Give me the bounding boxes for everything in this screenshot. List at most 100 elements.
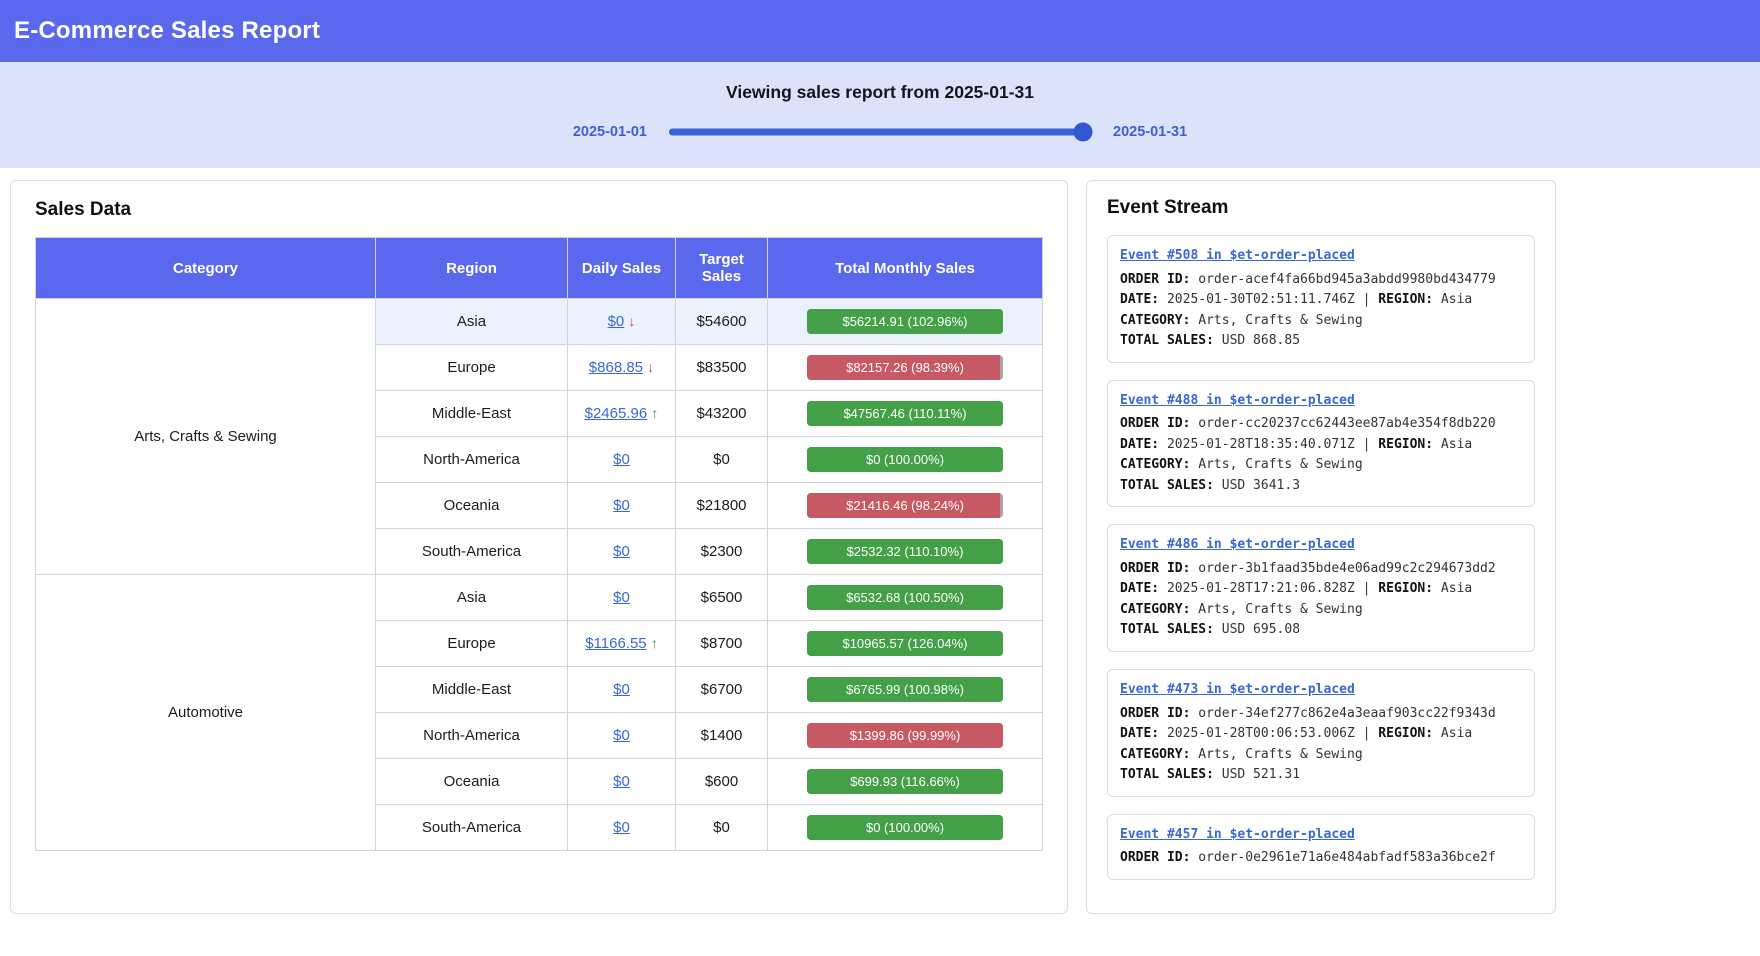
column-header-region: Region xyxy=(376,238,568,299)
daily-sales-link[interactable]: $1166.55 xyxy=(585,635,646,652)
region-cell: Middle-East xyxy=(376,667,568,713)
total-sales-line: TOTAL SALES: USD 3641.3 xyxy=(1120,476,1522,497)
field-label: TOTAL SALES: xyxy=(1120,333,1222,348)
field-label: DATE: xyxy=(1120,292,1167,307)
column-header-category: Category xyxy=(36,238,376,299)
category-line: CATEGORY: Arts, Crafts & Sewing xyxy=(1120,311,1522,332)
progress-badge: $0 (100.00%) xyxy=(807,815,1003,840)
field-label: ORDER ID: xyxy=(1120,272,1198,287)
field-label: REGION: xyxy=(1378,437,1441,452)
field-label: CATEGORY: xyxy=(1120,602,1198,617)
total-sales-line: TOTAL SALES: USD 695.08 xyxy=(1120,620,1522,641)
field-label: CATEGORY: xyxy=(1120,747,1198,762)
target-sales-cell: $1400 xyxy=(676,713,768,759)
progress-label: $699.93 (116.66%) xyxy=(807,769,1003,794)
field-label: DATE: xyxy=(1120,726,1167,741)
daily-sales-link[interactable]: $0 xyxy=(613,451,630,468)
event-link[interactable]: Event #508 in $et-order-placed xyxy=(1120,246,1355,267)
event-card: Event #508 in $et-order-placed ORDER ID: … xyxy=(1107,235,1535,363)
order-id-line: ORDER ID: order-acef4fa66bd945a3abdd9980… xyxy=(1120,270,1522,291)
trend-down-icon: ↓ xyxy=(647,359,654,375)
field-value: Arts, Crafts & Sewing xyxy=(1198,457,1362,472)
daily-sales-cell: $0 xyxy=(568,759,676,805)
field-value: Arts, Crafts & Sewing xyxy=(1198,602,1362,617)
daily-sales-link[interactable]: $868.85 xyxy=(589,359,643,376)
monthly-sales-cell: $47567.46 (110.11%) xyxy=(768,391,1043,437)
field-label: REGION: xyxy=(1378,292,1441,307)
event-link[interactable]: Event #457 in $et-order-placed xyxy=(1120,825,1355,846)
daily-sales-link[interactable]: $0 xyxy=(613,727,630,744)
daily-sales-link[interactable]: $0 xyxy=(613,497,630,514)
target-sales-cell: $8700 xyxy=(676,621,768,667)
field-value: USD 695.08 xyxy=(1222,622,1300,637)
field-value: | xyxy=(1355,581,1378,596)
field-label: TOTAL SALES: xyxy=(1120,478,1222,493)
field-value: order-34ef277c862e4a3eaaf903cc22f9343d xyxy=(1198,706,1495,721)
monthly-sales-cell: $21416.46 (98.24%) xyxy=(768,483,1043,529)
progress-badge: $47567.46 (110.11%) xyxy=(807,401,1003,426)
daily-sales-cell: $0 xyxy=(568,805,676,851)
daily-sales-cell: $0 xyxy=(568,483,676,529)
daily-sales-link[interactable]: $2465.96 xyxy=(585,405,648,422)
event-link[interactable]: Event #473 in $et-order-placed xyxy=(1120,680,1355,701)
app-header: E-Commerce Sales Report xyxy=(0,0,1760,62)
field-label: ORDER ID: xyxy=(1120,850,1198,865)
field-value: USD 3641.3 xyxy=(1222,478,1300,493)
daily-sales-link[interactable]: $0 xyxy=(613,773,630,790)
field-value: 2025-01-30T02:51:11.746Z xyxy=(1167,292,1355,307)
daily-sales-cell: $1166.55 ↑ xyxy=(568,621,676,667)
target-sales-cell: $21800 xyxy=(676,483,768,529)
event-card: Event #488 in $et-order-placedORDER ID: … xyxy=(1107,380,1535,508)
field-value: USD 521.31 xyxy=(1222,767,1300,782)
progress-label: $47567.46 (110.11%) xyxy=(807,401,1003,426)
event-list: Event #508 in $et-order-placed ORDER ID: … xyxy=(1107,235,1535,880)
field-value: | xyxy=(1355,726,1378,741)
event-card: Event #473 in $et-order-placed ORDER ID: … xyxy=(1107,669,1535,797)
column-header-daily-sales: Daily Sales xyxy=(568,238,676,299)
progress-badge: $1399.86 (99.99%) xyxy=(807,723,1003,748)
daily-sales-link[interactable]: $0 xyxy=(613,589,630,606)
field-label: ORDER ID: xyxy=(1120,561,1198,576)
category-cell: Arts, Crafts & Sewing xyxy=(36,299,376,575)
date-controls-band: Viewing sales report from 2025-01-31 202… xyxy=(0,62,1760,168)
date-region-line: DATE: 2025-01-28T17:21:06.828Z | REGION:… xyxy=(1120,579,1522,600)
target-sales-cell: $0 xyxy=(676,805,768,851)
order-id-line: ORDER ID: order-3b1faad35bde4e06ad99c2c2… xyxy=(1120,559,1522,580)
progress-label: $6532.68 (100.50%) xyxy=(807,585,1003,610)
event-link[interactable]: Event #486 in $et-order-placed xyxy=(1120,535,1355,556)
event-link[interactable]: Event #488 in $et-order-placed xyxy=(1120,391,1355,412)
progress-label: $2532.32 (110.10%) xyxy=(807,539,1003,564)
slider-thumb[interactable] xyxy=(1073,123,1092,142)
region-cell: Europe xyxy=(376,345,568,391)
daily-sales-link[interactable]: $0 xyxy=(613,543,630,560)
field-value: order-acef4fa66bd945a3abdd9980bd434779 xyxy=(1198,272,1495,287)
trend-up-icon: ↑ xyxy=(651,635,658,651)
date-range-slider[interactable] xyxy=(669,122,1091,142)
monthly-sales-cell: $2532.32 (110.10%) xyxy=(768,529,1043,575)
region-cell: North-America xyxy=(376,437,568,483)
progress-label: $1399.86 (99.99%) xyxy=(807,723,1003,748)
daily-sales-link[interactable]: $0 xyxy=(608,313,625,330)
progress-label: $21416.46 (98.24%) xyxy=(807,493,1003,518)
field-value: Arts, Crafts & Sewing xyxy=(1198,313,1362,328)
daily-sales-cell: $868.85 ↓ xyxy=(568,345,676,391)
sales-table: Category Region Daily Sales Target Sales… xyxy=(35,237,1043,851)
daily-sales-cell: $0 xyxy=(568,667,676,713)
sales-data-card: Sales Data Category Region Daily Sales T… xyxy=(10,180,1068,914)
region-cell: Asia xyxy=(376,299,568,345)
slider-track xyxy=(669,129,1091,136)
order-id-line: ORDER ID: order-cc20237cc62443ee87ab4e35… xyxy=(1120,414,1522,435)
progress-badge: $0 (100.00%) xyxy=(807,447,1003,472)
monthly-sales-cell: $6532.68 (100.50%) xyxy=(768,575,1043,621)
field-value: 2025-01-28T17:21:06.828Z xyxy=(1167,581,1355,596)
order-id-line: ORDER ID: order-34ef277c862e4a3eaaf903cc… xyxy=(1120,704,1522,725)
date-region-line: DATE: 2025-01-30T02:51:11.746Z | REGION:… xyxy=(1120,290,1522,311)
event-card: Event #457 in $et-order-placedORDER ID: … xyxy=(1107,814,1535,880)
daily-sales-cell: $0 xyxy=(568,437,676,483)
page-title: E-Commerce Sales Report xyxy=(14,17,320,45)
daily-sales-link[interactable]: $0 xyxy=(613,681,630,698)
target-sales-cell: $83500 xyxy=(676,345,768,391)
category-line: CATEGORY: Arts, Crafts & Sewing xyxy=(1120,600,1522,621)
monthly-sales-cell: $56214.91 (102.96%) xyxy=(768,299,1043,345)
daily-sales-link[interactable]: $0 xyxy=(613,819,630,836)
